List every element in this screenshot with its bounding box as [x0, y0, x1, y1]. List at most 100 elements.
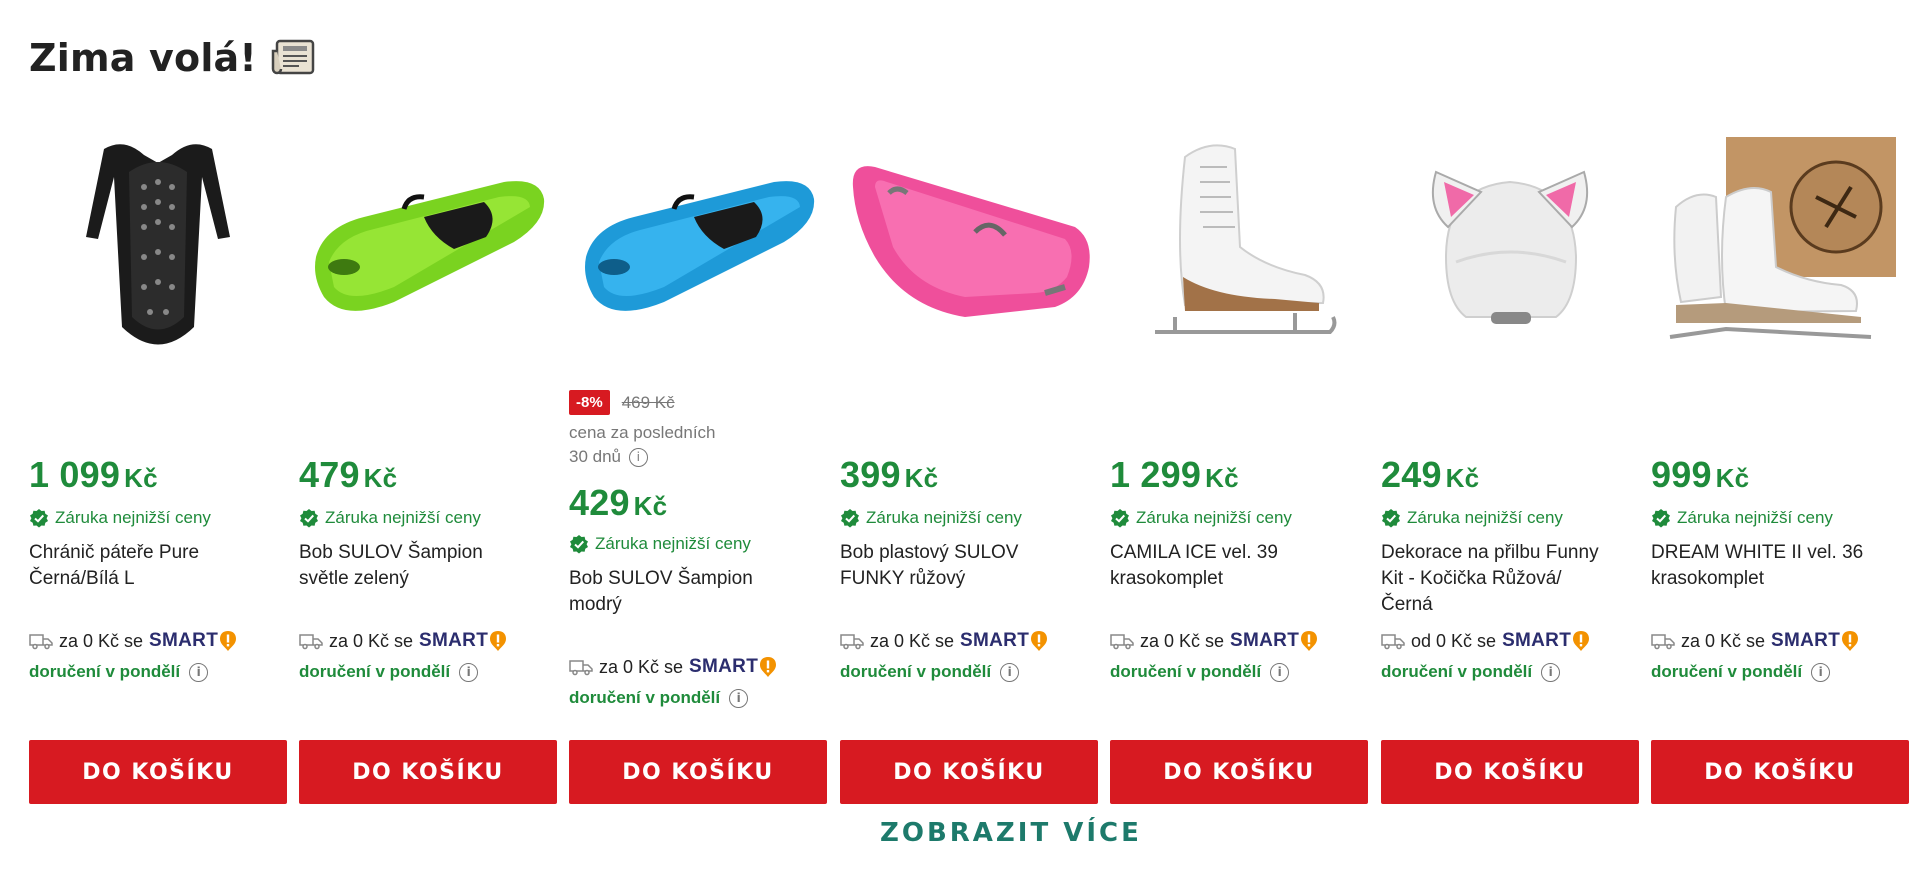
product-carousel: 1 099 Kč Záruka nejnižší ceny Chránič pát…: [29, 122, 1909, 812]
product-card: 1 299 Kč Záruka nejnižší ceny CAMILA ICE …: [1110, 122, 1368, 812]
lowest-price-guarantee[interactable]: Záruka nejnižší ceny: [569, 534, 751, 554]
discount-badge: -8%: [569, 390, 610, 415]
blue-sled-image: [585, 181, 815, 311]
product-image[interactable]: [1651, 122, 1909, 372]
delivery-date: doručení v pondělí i: [29, 662, 209, 682]
product-image[interactable]: [840, 122, 1098, 372]
guarantee-badge-icon: [1382, 509, 1400, 528]
add-to-cart-button[interactable]: DO KOŠÍKU: [1110, 740, 1368, 804]
product-price: 999 Kč: [1651, 454, 1750, 495]
smart-logo[interactable]: SMART: [1230, 630, 1318, 652]
info-icon[interactable]: i: [729, 688, 749, 708]
figure-skates-image: [1155, 144, 1337, 334]
add-to-cart-button[interactable]: DO KOŠÍKU: [299, 740, 557, 804]
product-card: 479 Kč Záruka nejnižší ceny Bob SULOV Šam…: [299, 122, 557, 812]
product-name[interactable]: Bob SULOV Šampion světle zelený: [299, 540, 557, 592]
pink-sled-image: [852, 166, 1090, 317]
smart-logo[interactable]: SMART: [689, 656, 777, 678]
guarantee-badge-icon: [1111, 509, 1129, 528]
delivery-date: doručení v pondělí i: [299, 662, 479, 682]
product-image[interactable]: [569, 122, 827, 372]
product-price: 399 Kč: [840, 454, 939, 495]
truck-icon: [29, 634, 53, 650]
info-icon[interactable]: i: [189, 662, 209, 682]
product-card: 249 Kč Záruka nejnižší ceny Dekorace na p…: [1381, 122, 1639, 812]
price-note: cena za posledních 30 dnů i: [569, 423, 716, 468]
lowest-price-guarantee[interactable]: Záruka nejnižší ceny: [1381, 508, 1563, 528]
guarantee-badge-icon: [570, 535, 588, 554]
product-image[interactable]: [1110, 122, 1368, 372]
product-price: 479 Kč: [299, 454, 398, 495]
shipping-info: za 0 Kč se SMART: [299, 630, 507, 652]
add-to-cart-button[interactable]: DO KOŠÍKU: [29, 740, 287, 804]
shipping-info: za 0 Kč se SMART: [840, 630, 1048, 652]
add-to-cart-button[interactable]: DO KOŠÍKU: [1381, 740, 1639, 804]
green-sled-image: [315, 181, 545, 311]
product-image[interactable]: [29, 122, 287, 372]
info-icon[interactable]: i: [1000, 662, 1020, 682]
product-card: 999 Kč Záruka nejnižší ceny DREAM WHITE I…: [1651, 122, 1909, 812]
truck-icon: [569, 660, 593, 676]
smart-exclamation-icon: [760, 657, 777, 677]
smart-logo[interactable]: SMART: [960, 630, 1048, 652]
smart-logo[interactable]: SMART: [149, 630, 237, 652]
info-icon[interactable]: i: [1541, 662, 1561, 682]
guarantee-badge-icon: [841, 509, 859, 528]
delivery-date: doručení v pondělí i: [1110, 662, 1290, 682]
show-more-link[interactable]: ZOBRAZIT VÍCE: [880, 818, 1142, 848]
truck-icon: [1651, 634, 1675, 650]
shipping-info: za 0 Kč se SMART: [569, 656, 777, 678]
product-name[interactable]: Bob plastový SULOV FUNKY růžový: [840, 540, 1098, 592]
lowest-price-guarantee[interactable]: Záruka nejnižší ceny: [1110, 508, 1292, 528]
product-card: 399 Kč Záruka nejnižší ceny Bob plastový …: [840, 122, 1098, 812]
info-icon[interactable]: i: [1811, 662, 1831, 682]
shipping-info: od 0 Kč se SMART: [1381, 630, 1590, 652]
product-price: 1 299 Kč: [1110, 454, 1239, 495]
product-name[interactable]: Bob SULOV Šampion modrý: [569, 566, 827, 618]
lowest-price-guarantee[interactable]: Záruka nejnižší ceny: [299, 508, 481, 528]
smart-exclamation-icon: [1842, 631, 1859, 651]
shipping-info: za 0 Kč se SMART: [1110, 630, 1318, 652]
add-to-cart-button[interactable]: DO KOŠÍKU: [569, 740, 827, 804]
delivery-date: doručení v pondělí i: [840, 662, 1020, 682]
newspaper-icon: [271, 39, 315, 75]
product-name[interactable]: Dekorace na přilbu Funny Kit - Kočička R…: [1381, 540, 1639, 618]
lowest-price-guarantee[interactable]: Záruka nejnižší ceny: [840, 508, 1022, 528]
shipping-info: za 0 Kč se SMART: [1651, 630, 1859, 652]
helmet-cat-ears-image: [1432, 170, 1588, 324]
old-price: 469 Kč: [621, 392, 675, 412]
info-icon[interactable]: i: [628, 448, 648, 468]
truck-icon: [1110, 634, 1134, 650]
product-card: -8% 469 Kč cena za posledních 30 dnů i 4…: [569, 122, 827, 812]
guarantee-badge-icon: [30, 509, 48, 528]
product-name[interactable]: Chránič páteře Pure Černá/Bílá L: [29, 540, 287, 592]
lowest-price-guarantee[interactable]: Záruka nejnižší ceny: [1651, 508, 1833, 528]
add-to-cart-button[interactable]: DO KOŠÍKU: [1651, 740, 1909, 804]
product-name[interactable]: CAMILA ICE vel. 39 krasokomplet: [1110, 540, 1368, 592]
product-card: 1 099 Kč Záruka nejnižší ceny Chránič pát…: [29, 122, 287, 812]
product-name[interactable]: DREAM WHITE II vel. 36 krasokomplet: [1651, 540, 1909, 592]
lowest-price-guarantee[interactable]: Záruka nejnižší ceny: [29, 508, 211, 528]
truck-icon: [840, 634, 864, 650]
product-image[interactable]: [299, 122, 557, 372]
product-price: 249 Kč: [1381, 454, 1480, 495]
info-icon[interactable]: i: [1270, 662, 1290, 682]
delivery-date: doručení v pondělí i: [1651, 662, 1831, 682]
shipping-info: za 0 Kč se SMART: [29, 630, 237, 652]
smart-exclamation-icon: [1573, 631, 1590, 651]
smart-exclamation-icon: [1031, 631, 1048, 651]
delivery-date: doručení v pondělí i: [1381, 662, 1561, 682]
guarantee-badge-icon: [300, 509, 318, 528]
product-image[interactable]: [1381, 122, 1639, 372]
smart-exclamation-icon: [1301, 631, 1318, 651]
add-to-cart-button[interactable]: DO KOŠÍKU: [840, 740, 1098, 804]
smart-logo[interactable]: SMART: [1502, 630, 1590, 652]
truck-icon: [299, 634, 323, 650]
section-title: Zima volá!: [29, 36, 257, 80]
info-icon[interactable]: i: [459, 662, 479, 682]
smart-logo[interactable]: SMART: [419, 630, 507, 652]
truck-icon: [1381, 634, 1405, 650]
product-price: 1 099 Kč: [29, 454, 158, 495]
smart-logo[interactable]: SMART: [1771, 630, 1859, 652]
back-protector-image: [86, 144, 230, 345]
